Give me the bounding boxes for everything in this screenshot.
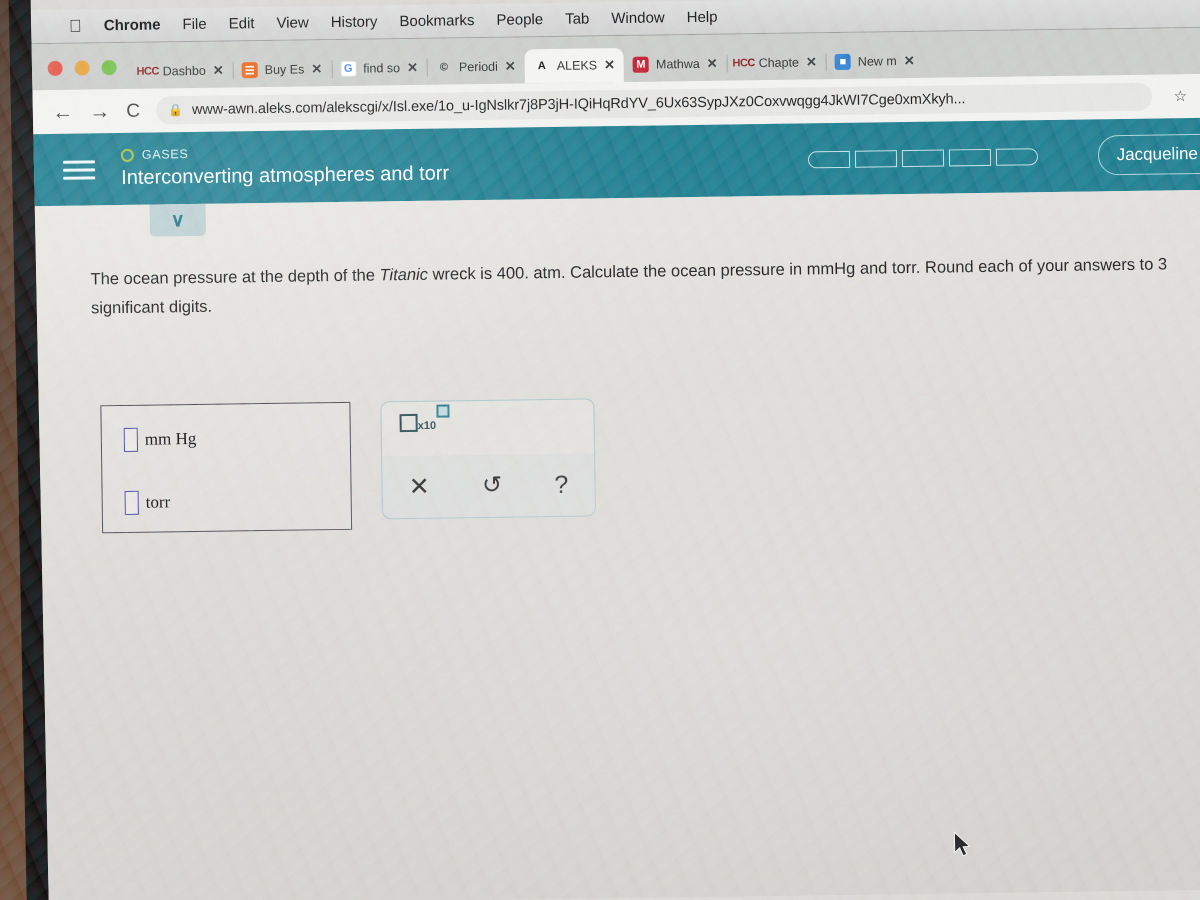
browser-tab-5[interactable]: M Mathwa ✕ (624, 47, 727, 82)
laptop-screen:  Chrome File Edit View History Bookmark… (30, 0, 1200, 900)
tab-label: New m (857, 54, 897, 69)
browser-tab-4[interactable]: A ALEKS ✕ (524, 47, 625, 84)
tab-close-icon[interactable]: ✕ (213, 63, 224, 79)
torr-answer-line: torr (124, 488, 351, 515)
progress-segment-3 (948, 148, 991, 166)
header-titles: GASES Interconverting atmospheres and to… (120, 143, 450, 190)
menu-item-history[interactable]: History (331, 13, 378, 31)
question-text: The ocean pressure at the depth of the T… (90, 250, 1176, 323)
question-area: ∨ The ocean pressure at the depth of the… (31, 189, 1200, 900)
google-icon: G (340, 60, 357, 77)
bookmark-star-icon[interactable]: ☆ (1168, 87, 1194, 105)
math-keypad-actions: ✕ ↺ ? (382, 453, 595, 519)
tab-label: Periodi (458, 59, 498, 75)
tab-label: Chapte (758, 55, 800, 71)
tab-close-icon[interactable]: ✕ (904, 53, 915, 69)
reload-button[interactable]: C (126, 100, 140, 121)
menu-item-window[interactable]: Window (611, 9, 665, 27)
progress-segment-4 (995, 147, 1038, 166)
minimize-window-button[interactable] (74, 60, 90, 76)
menu-item-people[interactable]: People (496, 11, 543, 29)
question-italic-term: Titanic (379, 265, 429, 285)
answer-row: mm Hg torr x10 ✕ ↺ ? (100, 398, 596, 534)
browser-tab-0[interactable]: HCC Dashbo ✕ (130, 53, 232, 88)
tab-close-icon[interactable]: ✕ (311, 61, 322, 77)
address-bar[interactable]: 🔒 www-awn.aleks.com/alekscgi/x/Isl.exe/1… (155, 82, 1152, 125)
close-window-button[interactable] (47, 60, 63, 77)
progress-circle-icon (120, 148, 134, 162)
progress-segment-1 (854, 149, 897, 168)
menu-item-file[interactable]: File (182, 16, 206, 33)
tab-label: Mathwa (655, 56, 700, 72)
torr-input[interactable] (124, 490, 139, 515)
menu-item-chrome[interactable]: Chrome (104, 16, 161, 34)
forward-button[interactable]: → (89, 100, 110, 123)
question-part-1: The ocean pressure at the depth of the (90, 266, 380, 289)
copyright-icon: © (439, 61, 449, 74)
progress-segment-2 (901, 149, 944, 167)
tab-label: Dashbo (162, 63, 206, 79)
help-button[interactable]: ? (554, 470, 568, 498)
browser-tab-3[interactable]: © Periodi ✕ (427, 49, 525, 84)
user-name: Jacqueline (1116, 143, 1199, 165)
mmhg-answer-line: mm Hg (123, 425, 350, 452)
browser-tab-6[interactable]: HCC Chapte ✕ (726, 45, 826, 80)
progress-bar (807, 147, 1038, 168)
window-controls (40, 60, 131, 90)
zoom-window-button[interactable] (101, 60, 117, 76)
topic-label: GASES (141, 147, 189, 162)
clear-button[interactable]: ✕ (409, 472, 430, 500)
menu-item-tab[interactable]: Tab (565, 10, 589, 27)
assignment-title: Interconverting atmospheres and torr (121, 162, 450, 190)
menu-item-help[interactable]: Help (687, 9, 718, 26)
torr-unit-label: torr (145, 492, 171, 512)
shield-icon: ■ (834, 53, 851, 71)
menu-item-edit[interactable]: Edit (229, 15, 255, 32)
mmhg-unit-label: mm Hg (144, 428, 197, 449)
browser-tab-2[interactable]: Gfind so ✕ (331, 51, 427, 86)
tab-label: Buy Es (264, 62, 305, 77)
mmhg-input[interactable] (123, 427, 139, 452)
user-menu[interactable]: Jacqueline ▾ (1097, 133, 1200, 176)
hcc-logo: HCC (136, 65, 159, 78)
aleks-logo: A (537, 60, 546, 73)
tab-close-icon[interactable]: ✕ (407, 60, 418, 76)
sci-exponent-box (436, 404, 450, 418)
collapse-header-button[interactable]: ∨ (149, 203, 207, 237)
tab-close-icon[interactable]: ✕ (806, 54, 817, 70)
mathway-logo: M (632, 56, 650, 73)
answer-panel: mm Hg torr (100, 401, 353, 534)
tab-close-icon[interactable]: ✕ (707, 56, 718, 72)
tab-label: ALEKS (556, 58, 598, 73)
math-keypad-top: x10 (381, 399, 594, 456)
browser-tab-7[interactable]: ■ New m ✕ (826, 44, 924, 79)
question-part-2: wreck is 400. atm. Calculate the ocean p… (90, 255, 1168, 318)
progress-segment-0 (807, 150, 850, 168)
url-text: www-awn.aleks.com/alekscgi/x/Isl.exe/1o_… (191, 91, 966, 119)
tab-close-icon[interactable]: ✕ (505, 58, 516, 74)
lock-icon: 🔒 (167, 103, 184, 118)
tab-label: find so (363, 61, 401, 76)
sci-base-box (399, 413, 418, 433)
menu-item-bookmarks[interactable]: Bookmarks (399, 12, 474, 30)
back-button[interactable]: ← (52, 100, 73, 123)
sci-x10-label: x10 (417, 419, 437, 433)
tab-close-icon[interactable]: ✕ (604, 57, 615, 73)
photo-of-screen:  Chrome File Edit View History Bookmark… (0, 0, 1200, 900)
hcc-logo: HCC (732, 57, 755, 70)
undo-button[interactable]: ↺ (482, 472, 502, 499)
hamburger-icon[interactable] (62, 159, 96, 180)
apple-logo-icon[interactable]:  (69, 17, 82, 36)
browser-tab-1[interactable]: ☰ Buy Es ✕ (232, 52, 331, 87)
book-icon: ☰ (241, 62, 258, 79)
topic-line: GASES (120, 143, 449, 162)
scientific-notation-button[interactable]: x10 (399, 404, 450, 433)
menu-item-view[interactable]: View (276, 14, 308, 31)
math-keypad: x10 ✕ ↺ ? (380, 398, 596, 520)
